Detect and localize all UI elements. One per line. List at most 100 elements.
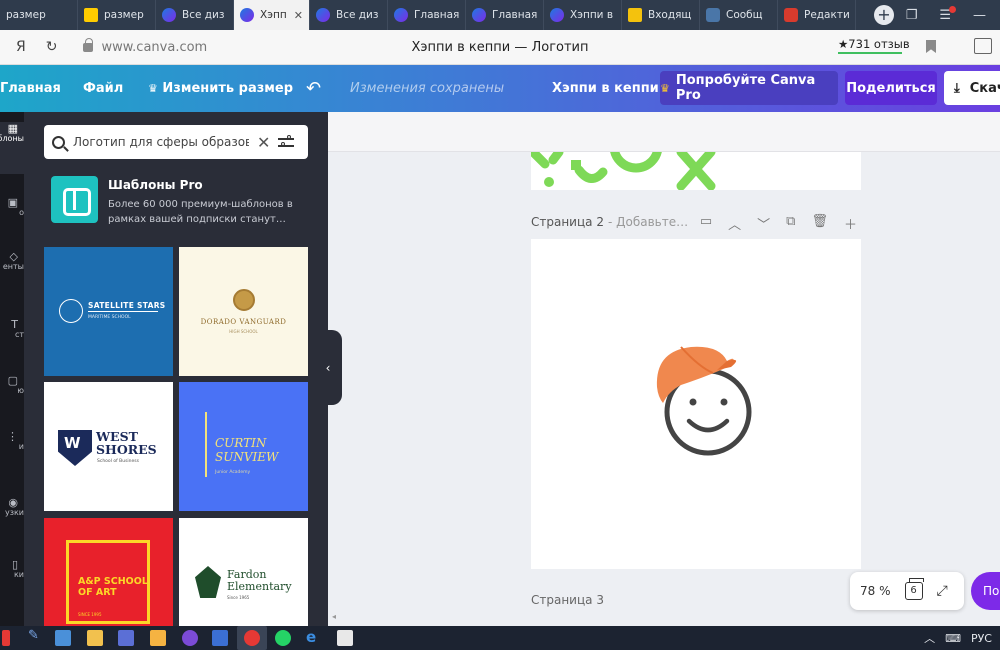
saved-status: Изменения сохранены bbox=[350, 81, 505, 96]
browser-window-tools: ❐ ☰ — bbox=[906, 0, 1000, 30]
horizontal-scrollbar[interactable]: ◂ bbox=[328, 612, 1000, 626]
reviews-badge[interactable]: ★731 отзыв bbox=[838, 37, 910, 54]
browser-tab[interactable]: Входящ bbox=[622, 0, 700, 30]
mail-icon bbox=[628, 8, 642, 22]
address-bar: Я ↻ www.canva.com Хэппи в кеппи — Логоти… bbox=[0, 30, 1000, 65]
browser-tab[interactable]: размер bbox=[78, 0, 156, 30]
browser-tab[interactable]: Хэппи в bbox=[544, 0, 622, 30]
browser-tab[interactable]: Все диз bbox=[156, 0, 234, 30]
browser-tab[interactable]: Редакти bbox=[778, 0, 856, 30]
delete-page-icon[interactable]: 🗑 bbox=[811, 214, 828, 233]
undo-icon[interactable]: ↶ bbox=[306, 78, 321, 99]
chevron-left-icon: ‹ bbox=[325, 360, 331, 375]
page-2-canvas[interactable] bbox=[531, 239, 861, 569]
try-pro-button[interactable]: ♛ Попробуйте Canva Pro bbox=[660, 71, 838, 105]
menu-icon[interactable]: ☰ bbox=[939, 5, 956, 23]
add-page-icon[interactable]: ＋ bbox=[844, 214, 857, 233]
template-card[interactable]: Fardon Elementary Since 1965 bbox=[179, 518, 308, 626]
video-icon: ▢ bbox=[7, 374, 18, 387]
chevron-down-icon[interactable]: ﹀ bbox=[757, 214, 770, 233]
yandex-logo[interactable]: Я bbox=[16, 39, 26, 55]
download-icon: ⤓ bbox=[954, 80, 960, 96]
language-indicator[interactable]: РУС bbox=[971, 632, 992, 645]
document-icon[interactable] bbox=[337, 630, 353, 646]
yandex-browser-task[interactable] bbox=[237, 626, 267, 650]
browser-tab[interactable]: Сообщ bbox=[700, 0, 778, 30]
rail-item-templates[interactable]: ▦аблоны bbox=[0, 122, 24, 174]
pen-icon[interactable]: ✎ bbox=[28, 628, 44, 644]
pro-templates-banner[interactable]: Шаблоны Pro Более 60 000 премиум-шаблоно… bbox=[51, 176, 311, 232]
rail-item-text[interactable]: Tст bbox=[0, 318, 24, 339]
url-text[interactable]: www.canva.com bbox=[101, 40, 207, 55]
app-icon[interactable] bbox=[118, 630, 134, 646]
page-2-title-input[interactable]: - Добавьте… bbox=[608, 215, 688, 229]
smiley-cap-logo[interactable] bbox=[531, 239, 861, 569]
divider bbox=[205, 412, 207, 477]
viber-icon[interactable] bbox=[182, 630, 198, 646]
home-link[interactable]: Главная bbox=[0, 81, 61, 96]
canva-icon bbox=[162, 8, 176, 22]
uploads-icon: ◉ bbox=[8, 496, 18, 509]
extensions-icon[interactable] bbox=[974, 38, 992, 54]
template-card[interactable]: A&P SCHOOL OF ART SINCE 1995 bbox=[44, 518, 173, 626]
design-name[interactable]: Хэппи в кеппи bbox=[552, 81, 659, 96]
browser-tab-active[interactable]: Хэпп ✕ bbox=[234, 0, 310, 30]
clear-search-icon[interactable]: ✕ bbox=[257, 133, 270, 152]
template-card[interactable]: CURTIN SUNVIEW Junior Academy bbox=[179, 382, 308, 511]
page-count-button[interactable]: 6 bbox=[904, 578, 924, 600]
fullscreen-icon[interactable]: ⤢ bbox=[937, 583, 948, 599]
zoom-level[interactable]: 78 % bbox=[860, 584, 891, 598]
collapse-panel-button[interactable]: ‹ bbox=[314, 330, 342, 405]
help-button[interactable]: По bbox=[971, 572, 1000, 610]
template-card[interactable]: SATELLITE STARS MARITIME SCHOOL bbox=[44, 247, 173, 376]
duplicate-page-icon[interactable]: ⧉ bbox=[786, 214, 795, 233]
minimize-icon[interactable]: — bbox=[973, 8, 986, 23]
chevron-up-icon[interactable]: ︿ bbox=[728, 214, 741, 233]
notes-icon[interactable]: ▭ bbox=[700, 214, 712, 233]
tabs-overview-icon[interactable]: ❐ bbox=[906, 8, 918, 23]
whatsapp-icon[interactable] bbox=[275, 630, 291, 646]
download-button[interactable]: ⤓ Скач bbox=[944, 71, 1000, 105]
os-taskbar: ✎ e ︿ ⌨ РУС bbox=[0, 626, 1000, 650]
template-card[interactable]: WEST SHORES School of Business bbox=[44, 382, 173, 511]
edge-icon[interactable]: e bbox=[306, 628, 322, 646]
bookmark-icon[interactable] bbox=[926, 40, 936, 53]
editor-canvas-area: Страница 2 - Добавьте… ▭ ︿ ﹀ ⧉ 🗑 ＋ Стран… bbox=[328, 112, 1000, 626]
store-icon[interactable] bbox=[150, 630, 166, 646]
browser-tab[interactable]: Все диз bbox=[310, 0, 388, 30]
browser-tab[interactable]: размер bbox=[0, 0, 78, 30]
pro-templates-description: Более 60 000 премиум-шаблонов в рамках в… bbox=[108, 199, 293, 225]
rail-item-background[interactable]: ⋮ и bbox=[0, 430, 24, 451]
file-menu[interactable]: Файл bbox=[83, 81, 123, 96]
rail-item-video[interactable]: ▢ ю bbox=[0, 374, 24, 395]
lock-icon bbox=[83, 37, 94, 52]
templates-panel: ✕ Шаблоны Pro Более 60 000 премиум-шабло… bbox=[24, 112, 328, 626]
share-button[interactable]: Поделиться bbox=[845, 71, 937, 105]
canva-icon bbox=[394, 8, 408, 22]
resize-button[interactable]: ♛ Изменить размер bbox=[148, 81, 293, 96]
browser-tab[interactable]: Главная bbox=[388, 0, 466, 30]
start-icon[interactable] bbox=[2, 630, 10, 646]
green-pattern-graphic bbox=[531, 152, 716, 190]
tray-chevron-up-icon[interactable]: ︿ bbox=[924, 630, 935, 646]
browser-tab-label: Входящ bbox=[648, 9, 692, 21]
rail-item-uploads[interactable]: ◉ узки bbox=[0, 496, 24, 517]
filter-icon[interactable] bbox=[278, 135, 295, 149]
template-card[interactable]: DORADO VANGUARD HIGH SCHOOL bbox=[179, 247, 308, 376]
search-input[interactable] bbox=[73, 135, 249, 149]
browser-tab[interactable]: Главная bbox=[466, 0, 544, 30]
folder-icon[interactable] bbox=[87, 630, 103, 646]
rail-item-elements[interactable]: ◇ енты bbox=[0, 250, 24, 271]
reload-icon[interactable]: ↻ bbox=[46, 39, 58, 55]
word-icon[interactable] bbox=[212, 630, 228, 646]
computer-icon[interactable] bbox=[55, 630, 71, 646]
emblem-icon bbox=[233, 289, 255, 311]
new-tab-button[interactable]: + bbox=[874, 5, 894, 25]
close-tab-icon[interactable]: ✕ bbox=[294, 9, 303, 22]
page-2-header: Страница 2 - Добавьте… ▭ ︿ ﹀ ⧉ 🗑 ＋ bbox=[531, 212, 861, 233]
rail-item-folders[interactable]: ▯ ки bbox=[0, 558, 24, 579]
rail-item-photos[interactable]: ▣ о bbox=[0, 196, 24, 217]
browser-tab-label: Сообщ bbox=[726, 9, 763, 21]
keyboard-icon[interactable]: ⌨ bbox=[945, 632, 961, 645]
page-1-canvas[interactable] bbox=[531, 152, 861, 190]
